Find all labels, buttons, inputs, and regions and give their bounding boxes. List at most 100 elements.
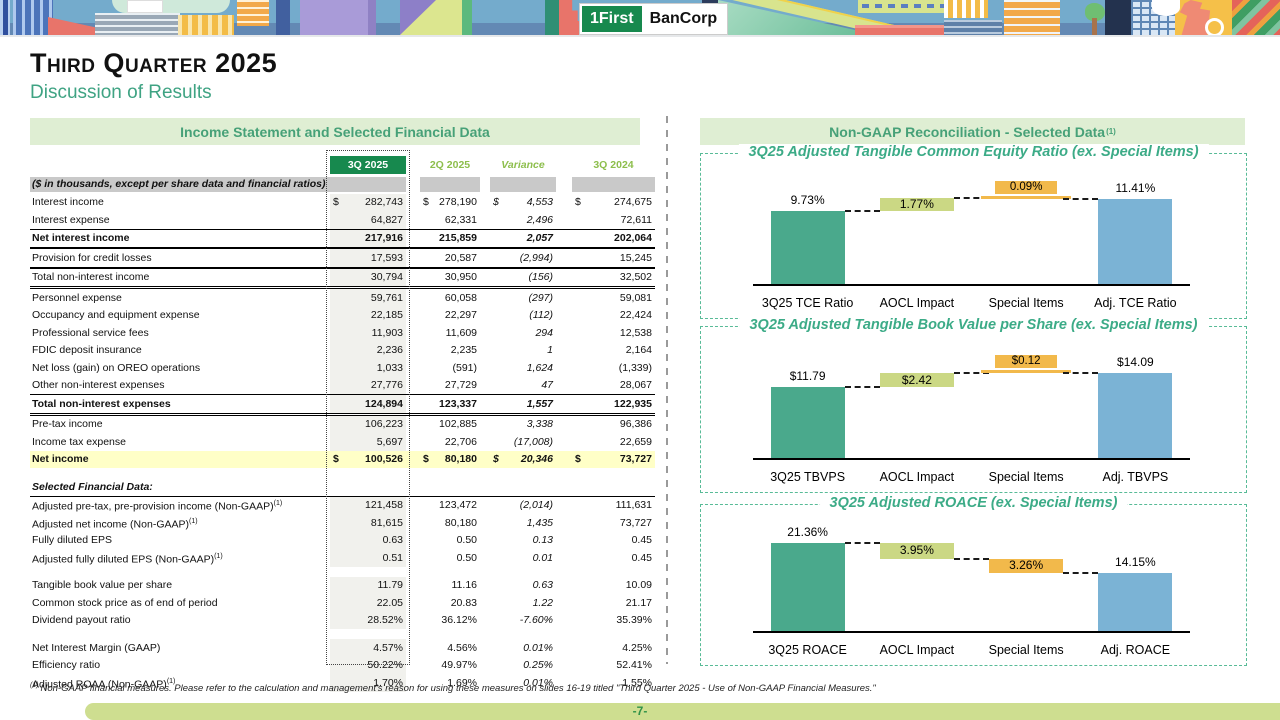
bar-value-label: $0.12 [995, 355, 1057, 368]
table-row: Efficiency ratio50.22%49.97%0.25%52.41% [30, 657, 655, 675]
cell-c-3q24: 0.45 [572, 549, 655, 567]
cell-c-2q25: 20.83 [420, 594, 480, 612]
connector-line [1063, 198, 1098, 200]
cell-c-2q25: 4.56% [420, 639, 480, 657]
connector-line [1063, 572, 1098, 574]
row-label: Interest expense [30, 214, 330, 226]
bar-value-label: 14.15% [1098, 556, 1172, 569]
bar-value-label: 0.09% [995, 181, 1057, 194]
table-row: Tangible book value per share11.7911.160… [30, 577, 655, 595]
category-label: 3Q25 ROACE [753, 643, 862, 657]
waterfall-bar [771, 543, 845, 631]
banner-shape [1092, 18, 1097, 35]
chart-plot: $11.79$2.42$0.12$14.09 [753, 371, 1190, 460]
banner-shape [944, 20, 1002, 35]
row-label: Dividend payout ratio [30, 614, 330, 626]
waterfall-bar [1098, 573, 1172, 631]
cell-c-3q24: 35.39% [572, 612, 655, 630]
banner-shape [300, 0, 376, 35]
table-row: Income tax expense5,69722,706(17,008)22,… [30, 433, 655, 451]
cell-c-3q24: 59,081 [572, 289, 655, 307]
cell-c-2q25 [420, 478, 480, 496]
cell-c-3q25: 28.52% [330, 612, 406, 630]
cell-c-2q25 [420, 177, 480, 192]
cell-c-2q25: 102,885 [420, 416, 480, 434]
row-label: Adjusted fully diluted EPS (Non-GAAP)(1) [30, 551, 330, 566]
cell-c-3q25: 11.79 [330, 577, 406, 595]
chart-title: 3Q25 Adjusted Tangible Book Value per Sh… [739, 317, 1207, 333]
row-label: Net interest income [30, 232, 330, 244]
vertical-divider [666, 116, 668, 664]
cell-c-var: 0.13 [490, 532, 556, 550]
cell-c-3q24: 52.41% [572, 657, 655, 675]
cell-c-var: 294 [490, 324, 556, 342]
cell-c-var: 2,496 [490, 211, 556, 229]
banner-shape [1004, 0, 1060, 35]
table-row: Interest income$282,743$278,190$4,553$27… [30, 194, 655, 212]
waterfall-bar [981, 370, 1071, 373]
cell-c-3q25: 217,916 [330, 230, 406, 248]
category-label: Adj. TCE Ratio [1081, 296, 1190, 310]
row-label: Net income [30, 453, 330, 465]
cell-c-var: 1.22 [490, 594, 556, 612]
banner-shape [1152, 0, 1180, 16]
left-section-header: Income Statement and Selected Financial … [30, 118, 640, 145]
waterfall-bar [771, 211, 845, 284]
cell-c-3q25: 22.05 [330, 594, 406, 612]
bar-value-label: 21.36% [771, 526, 845, 539]
footnote-marker: (1) [1106, 127, 1116, 136]
cell-c-3q25: 59,761 [330, 289, 406, 307]
cell-c-2q25: 22,297 [420, 307, 480, 325]
row-label: ($ in thousands, except per share data a… [30, 177, 330, 192]
row-label: Total non-interest expenses [30, 398, 330, 410]
cell-c-2q25: 0.50 [420, 549, 480, 567]
cell-c-var: $20,346 [490, 451, 556, 469]
cell-c-var: (297) [490, 289, 556, 307]
cell-c-2q25: 123,337 [420, 395, 480, 413]
banner-shape [95, 13, 180, 35]
row-label: Adjusted pre-tax, pre-provision income (… [30, 498, 330, 513]
cell-c-var: 1,557 [490, 395, 556, 413]
cell-c-3q24: 2,164 [572, 342, 655, 360]
cell-c-3q25: 121,458 [330, 497, 406, 515]
bar-value-label: $2.42 [880, 374, 954, 387]
cell-c-3q24 [572, 177, 655, 192]
cell-c-3q25: 124,894 [330, 395, 406, 413]
waterfall-bar [1098, 199, 1172, 284]
cell-c-var: $4,553 [490, 194, 556, 212]
banner-shape [944, 0, 988, 18]
connector-line [845, 386, 880, 388]
cell-c-3q24: 22,659 [572, 433, 655, 451]
cell-c-3q25 [330, 478, 406, 496]
cell-c-3q24: 22,424 [572, 307, 655, 325]
cell-c-3q24: 12,538 [572, 324, 655, 342]
cell-c-var: 0.63 [490, 577, 556, 595]
footnote-text: Non-GAAP financial measures. Please refe… [41, 683, 876, 694]
row-label: Total non-interest income [30, 271, 330, 283]
banner-shape [0, 0, 10, 35]
row-label: Professional service fees [30, 327, 330, 339]
cell-c-var: 1 [490, 342, 556, 360]
cell-c-3q25: 4.57% [330, 639, 406, 657]
table-row: Provision for credit losses17,59320,587(… [30, 249, 655, 269]
category-label: AOCL Impact [862, 643, 971, 657]
table-row: Interest expense64,82762,3312,49672,611 [30, 211, 655, 230]
cell-c-2q25: $80,180 [420, 451, 480, 469]
table-row: Other non-interest expenses27,77627,7294… [30, 377, 655, 396]
left-section-title: Income Statement and Selected Financial … [180, 124, 490, 140]
cell-c-2q25: (591) [420, 359, 480, 377]
footnote-sup: (1) [30, 682, 41, 689]
banner-shape [237, 0, 269, 26]
cell-c-var: 0.01 [490, 549, 556, 567]
table-spacer [30, 567, 655, 577]
cell-c-var: -7.60% [490, 612, 556, 630]
cell-c-3q25: 5,697 [330, 433, 406, 451]
category-label: 3Q25 TBVPS [753, 470, 862, 484]
cell-c-2q25: 20,587 [420, 249, 480, 267]
cell-c-2q25: 11,609 [420, 324, 480, 342]
chart-tce-ratio: 3Q25 Adjusted Tangible Common Equity Rat… [700, 153, 1247, 319]
connector-line [845, 542, 880, 544]
income-table-body: ($ in thousands, except per share data a… [30, 176, 655, 692]
chart-tbvps: 3Q25 Adjusted Tangible Book Value per Sh… [700, 326, 1247, 493]
right-section-header: Non-GAAP Reconciliation - Selected Data(… [700, 118, 1245, 145]
